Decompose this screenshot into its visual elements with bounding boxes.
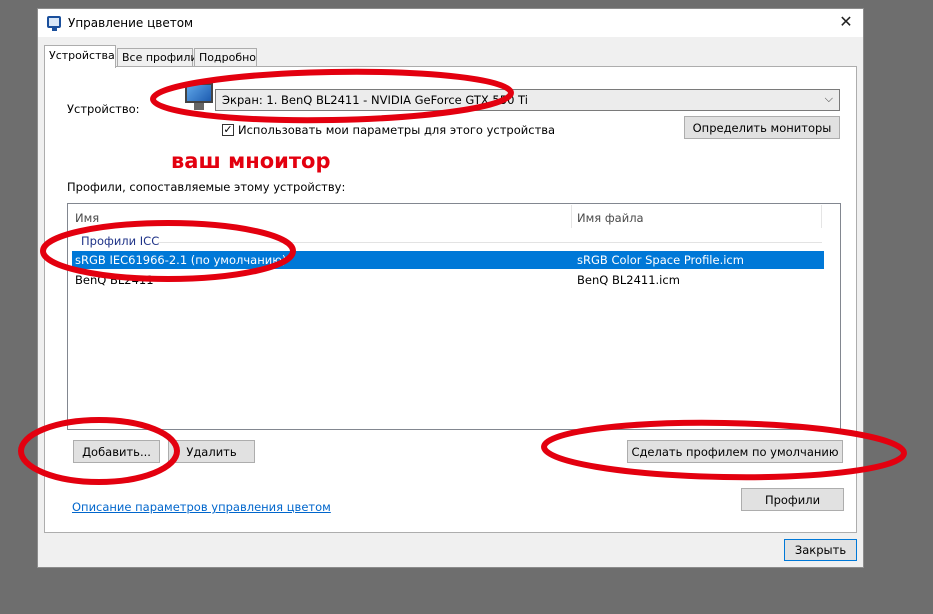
profile-filename: sRGB Color Space Profile.icm <box>577 253 744 267</box>
device-label: Устройство: <box>67 102 140 116</box>
list-item[interactable]: BenQ BL2411 BenQ BL2411.icm <box>72 271 824 289</box>
remove-button[interactable]: Удалить <box>168 440 255 463</box>
profile-name: sRGB IEC61966-2.1 (по умолчанию) <box>75 253 287 267</box>
window-title: Управление цветом <box>68 16 194 30</box>
profiles-list[interactable]: Имя Имя файла Профили ICC sRGB IEC61966-… <box>67 203 841 430</box>
profiles-label: Профили, сопоставляемые этому устройству… <box>67 180 346 194</box>
devices-panel: Устройство: Экран: 1. BenQ BL2411 - NVID… <box>44 66 857 533</box>
use-my-settings-label[interactable]: Использовать мои параметры для этого уст… <box>238 123 555 137</box>
use-my-settings-checkbox[interactable]: ✓ <box>222 124 234 136</box>
tab-all-profiles[interactable]: Все профили <box>117 48 198 67</box>
profiles-button[interactable]: Профили <box>741 488 844 511</box>
annotation-your-monitor: ваш мноитор <box>171 149 331 173</box>
color-management-window: Управление цветом ✕ Устройства Все профи… <box>37 8 864 568</box>
tab-devices[interactable]: Устройства <box>44 45 116 68</box>
color-management-icon <box>47 16 61 31</box>
column-header-filename[interactable]: Имя файла <box>577 211 644 225</box>
device-dropdown-value: Экран: 1. BenQ BL2411 - NVIDIA GeForce G… <box>222 93 528 107</box>
profile-filename: BenQ BL2411.icm <box>577 273 680 287</box>
identify-monitors-button[interactable]: Определить мониторы <box>684 116 840 139</box>
device-dropdown[interactable]: Экран: 1. BenQ BL2411 - NVIDIA GeForce G… <box>215 89 840 111</box>
set-default-button[interactable]: Сделать профилем по умолчанию <box>627 440 843 463</box>
tab-advanced[interactable]: Подробно <box>194 48 257 67</box>
chevron-down-icon[interactable]: ⌵ <box>825 92 833 106</box>
group-header-icc: Профили ICC <box>81 234 160 248</box>
add-button[interactable]: Добавить... <box>73 440 160 463</box>
list-header: Имя Имя файла <box>68 204 840 229</box>
list-item[interactable]: sRGB IEC61966-2.1 (по умолчанию) sRGB Co… <box>72 251 824 269</box>
close-window-icon[interactable]: ✕ <box>837 12 855 31</box>
profile-name: BenQ BL2411 <box>75 273 154 287</box>
close-button[interactable]: Закрыть <box>784 539 857 561</box>
monitor-icon <box>183 83 217 111</box>
column-header-name[interactable]: Имя <box>75 211 99 225</box>
color-settings-help-link[interactable]: Описание параметров управления цветом <box>72 500 331 514</box>
title-bar: Управление цветом ✕ <box>38 9 863 37</box>
